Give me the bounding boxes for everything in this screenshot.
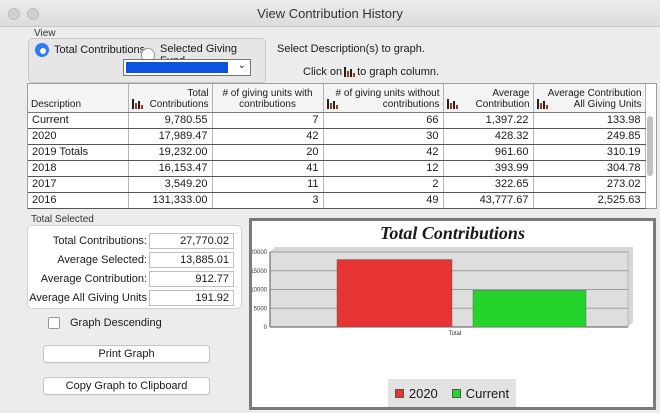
table-cell: 43,777.67	[443, 192, 534, 209]
total-contributions-value: 27,770.02	[149, 233, 234, 249]
total-selected-label: Total Selected	[31, 214, 94, 225]
chevron-down-icon: ⌄	[237, 60, 246, 71]
table-cell: 2017	[28, 176, 129, 193]
table-row[interactable]: 2016 131,333.00 3 49 43,777.67 2,525.63	[28, 192, 646, 209]
table-cell: 2	[323, 176, 444, 193]
copy-graph-button[interactable]: Copy Graph to Clipboard	[43, 377, 210, 395]
average-all-units-value: 191.92	[149, 290, 234, 306]
table-cell: 428.32	[443, 128, 534, 145]
chart-title: Total Contributions	[380, 223, 525, 243]
y-tick-label: 0	[264, 325, 268, 331]
y-tick-label: 20000	[252, 250, 268, 256]
table-cell: 17,989.47	[128, 128, 213, 145]
total-selected-panel: Total Contributions: 27,770.02 Average S…	[27, 225, 242, 309]
x-tick-label: Total	[449, 331, 462, 337]
table-cell: 2018	[28, 160, 129, 177]
total-row: Average Selected: 13,885.01	[28, 252, 243, 269]
total-contributions-radio[interactable]: Total Contributions	[35, 43, 145, 57]
table-row[interactable]: 2017 3,549.20 11 2 322.65 273.02	[28, 176, 646, 193]
y-tick-label: 10000	[252, 288, 268, 294]
column-header[interactable]: Total Contributions	[128, 84, 213, 113]
total-row: Average All Giving Units 191.92	[28, 290, 243, 307]
title-bar: View Contribution History	[0, 0, 660, 27]
column-header[interactable]: Average Contribution All Giving Units	[533, 84, 646, 113]
table-cell: 273.02	[533, 176, 646, 193]
click-to-graph-hint: Click on to graph column.	[303, 66, 440, 78]
table-cell: 11	[212, 176, 324, 193]
total-contributions-radio-label: Total Contributions	[54, 44, 146, 56]
table-cell: 42	[323, 144, 444, 161]
view-group: Total Contributions Selected Giving Fund…	[28, 38, 266, 83]
select-description-hint: Select Description(s) to graph.	[277, 43, 425, 55]
bar-chart-icon	[344, 67, 356, 77]
legend-item: 2020	[394, 386, 438, 401]
column-header[interactable]: Description	[28, 84, 129, 113]
graph-column-icon[interactable]	[536, 98, 548, 109]
graph-column-icon[interactable]	[131, 98, 143, 109]
table-cell: 2019 Totals	[28, 144, 129, 161]
column-header[interactable]: Average Contribution	[443, 84, 534, 113]
table-cell: 304.78	[533, 160, 646, 177]
table-header-row: Description Total Contributions # of givin…	[28, 84, 646, 113]
table-cell: 49	[323, 192, 444, 209]
table-row[interactable]: Current 9,780.55 7 66 1,397.22 133.98	[28, 112, 646, 129]
total-row: Average Contribution: 912.77	[28, 271, 243, 288]
table-cell: 133.98	[533, 112, 646, 129]
graph-descending-checkbox[interactable]: Graph Descending	[48, 317, 162, 329]
graph-column-icon[interactable]	[446, 98, 458, 109]
table-row[interactable]: 2019 Totals 19,232.00 20 42 961.60 310.19	[28, 144, 646, 161]
scrollbar-thumb[interactable]	[647, 116, 653, 176]
legend-swatch	[394, 388, 404, 398]
table-cell: 3	[212, 192, 324, 209]
bar	[336, 259, 453, 328]
table-row[interactable]: 2018 16,153.47 41 12 393.99 304.78	[28, 160, 646, 177]
table-cell: 66	[323, 112, 444, 129]
bar	[472, 290, 587, 328]
table-cell: 310.19	[533, 144, 646, 161]
checkbox-icon	[48, 317, 60, 329]
table-cell: 41	[212, 160, 324, 177]
table-cell: 3,549.20	[128, 176, 213, 193]
table-cell: 19,232.00	[128, 144, 213, 161]
table-cell: 20	[212, 144, 324, 161]
table-cell: 9,780.55	[128, 112, 213, 129]
legend-item: Current	[451, 386, 509, 401]
total-row: Total Contributions: 27,770.02	[28, 233, 243, 250]
table-cell: 2016	[28, 192, 129, 209]
table-cell: 322.65	[443, 176, 534, 193]
print-graph-button[interactable]: Print Graph	[43, 345, 210, 363]
y-tick-label: 5000	[254, 306, 268, 312]
table-cell: 42	[212, 128, 324, 145]
chart-panel: 0 5000 10000 15000 20000 Total Total Contribu…	[249, 218, 656, 410]
contribution-history-table: Description Total Contributions # of givin…	[27, 83, 657, 209]
table-scrollbar[interactable]	[645, 113, 655, 207]
average-contribution-value: 912.77	[149, 271, 234, 287]
table-cell: 1,397.22	[443, 112, 534, 129]
graph-column-icon[interactable]	[326, 98, 338, 109]
average-selected-value: 13,885.01	[149, 252, 234, 268]
y-tick-label: 15000	[252, 269, 268, 275]
table-cell: 12	[323, 160, 444, 177]
table-cell: 131,333.00	[128, 192, 213, 209]
giving-fund-select[interactable]: ⌄	[123, 59, 251, 76]
table-cell: 16,153.47	[128, 160, 213, 177]
column-header[interactable]: # of giving units with contributions	[212, 84, 324, 113]
table-cell: 961.60	[443, 144, 534, 161]
table-cell: 7	[212, 112, 324, 129]
legend-swatch	[451, 388, 461, 398]
table-cell: 30	[323, 128, 444, 145]
table-cell: Current	[28, 112, 129, 129]
table-cell: 2,525.63	[533, 192, 646, 209]
radio-selected-icon	[35, 43, 49, 57]
chart-legend: 2020 Current	[388, 379, 516, 407]
column-header[interactable]: # of giving units without contributions	[323, 84, 444, 113]
table-cell: 2020	[28, 128, 129, 145]
table-cell: 393.99	[443, 160, 534, 177]
table-cell: 249.85	[533, 128, 646, 145]
table-row[interactable]: 2020 17,989.47 42 30 428.32 249.85	[28, 128, 646, 145]
window-title: View Contribution History	[257, 6, 403, 21]
